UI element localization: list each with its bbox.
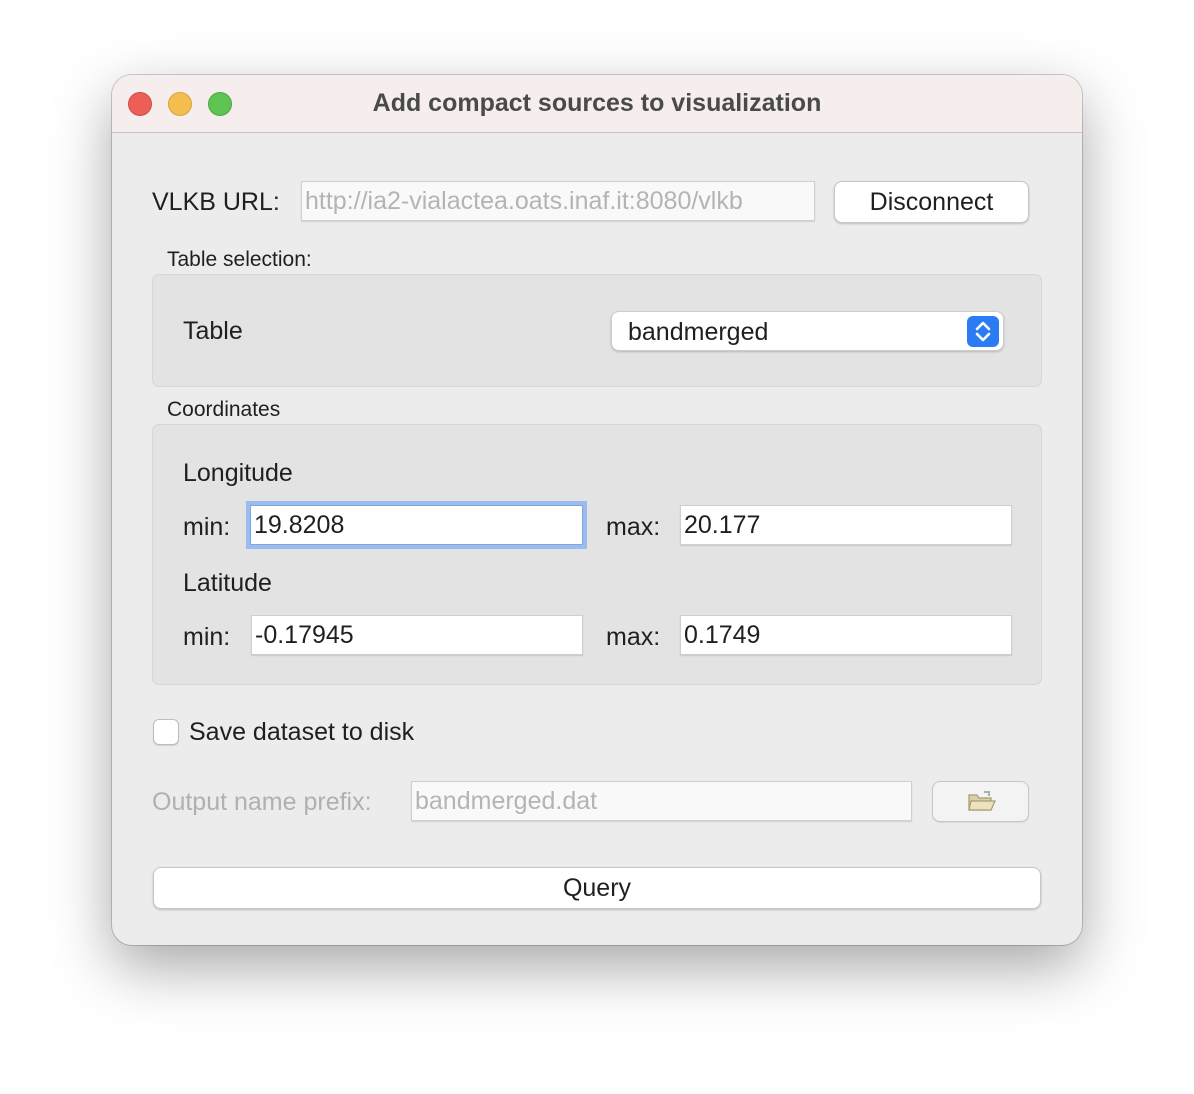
latitude-max-label: max: <box>606 623 661 651</box>
window-title: Add compact sources to visualization <box>372 89 822 117</box>
table-selection-group: Table bandmerged <box>152 274 1042 387</box>
table-select-value: bandmerged <box>628 318 769 346</box>
table-select[interactable]: bandmerged <box>611 311 1004 351</box>
latitude-max-field[interactable]: 0.1749 <box>680 615 1012 655</box>
browse-folder-button[interactable] <box>932 781 1029 822</box>
save-dataset-label[interactable]: Save dataset to disk <box>189 718 414 747</box>
folder-open-icon <box>967 790 997 821</box>
coordinates-group-title: Coordinates <box>167 398 281 421</box>
latitude-label: Latitude <box>183 569 272 597</box>
longitude-max-field[interactable]: 20.177 <box>680 505 1012 545</box>
coordinates-group: Longitude min: 19.8208 max: 20.177 Latit… <box>152 424 1042 685</box>
output-prefix-label: Output name prefix: <box>152 788 372 816</box>
output-prefix-field[interactable]: bandmerged.dat <box>411 781 912 821</box>
longitude-min-field[interactable]: 19.8208 <box>250 505 583 545</box>
save-dataset-checkbox[interactable] <box>153 719 179 745</box>
title-bar[interactable]: Add compact sources to visualization <box>112 75 1082 133</box>
dialog-window: Add compact sources to visualization VLK… <box>112 75 1082 945</box>
vlkb-url-label: VLKB URL: <box>152 188 280 216</box>
disconnect-button[interactable]: Disconnect <box>834 181 1029 223</box>
latitude-min-field[interactable]: -0.17945 <box>251 615 583 655</box>
latitude-min-label: min: <box>183 623 231 651</box>
longitude-label: Longitude <box>183 459 293 487</box>
longitude-max-label: max: <box>606 513 661 541</box>
query-button[interactable]: Query <box>153 867 1041 909</box>
vlkb-url-field[interactable]: http://ia2-vialactea.oats.inaf.it:8080/v… <box>301 181 815 221</box>
select-stepper-icon <box>967 316 999 347</box>
longitude-min-label: min: <box>183 513 231 541</box>
table-selection-group-title: Table selection: <box>167 248 312 271</box>
table-label: Table <box>183 317 243 345</box>
